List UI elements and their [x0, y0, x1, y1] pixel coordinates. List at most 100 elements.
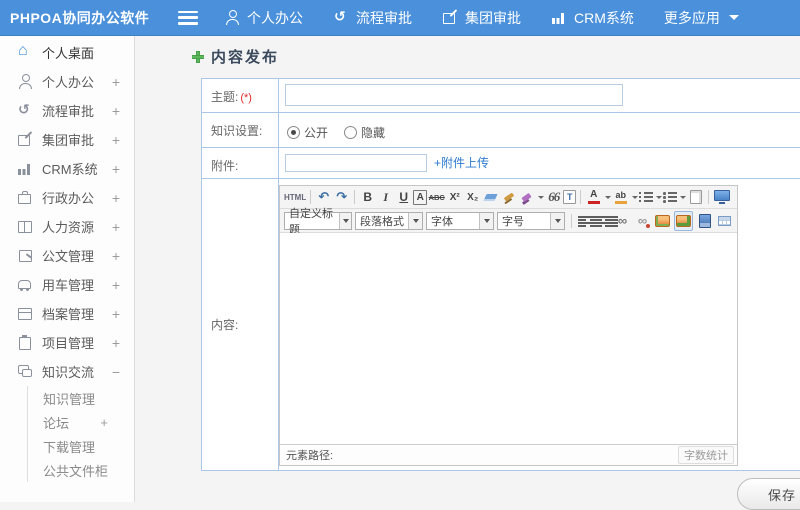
paste-as-text-icon[interactable]: T — [563, 190, 577, 204]
remove-format-eraser-icon[interactable] — [482, 188, 499, 206]
expand-indicator[interactable]: + — [112, 190, 120, 206]
blockquote-icon[interactable]: 66 — [545, 188, 562, 206]
attachment-input[interactable] — [285, 154, 427, 172]
new-document-icon[interactable] — [687, 188, 704, 206]
sidebar-item-vehicle[interactable]: 用车管理 + — [0, 270, 134, 299]
sidebar-item-projects[interactable]: 项目管理 + — [0, 328, 134, 357]
paragraph-format-select[interactable]: 段落格式 — [355, 211, 423, 230]
topnav-item-crm[interactable]: CRM系统 — [551, 8, 634, 28]
sidebar-subitem-download-mgmt[interactable]: 下载管理 — [28, 434, 134, 458]
highlight-color-icon[interactable]: ab — [612, 188, 629, 206]
sidebar-item-hr[interactable]: 人力资源 + — [0, 212, 134, 241]
superscript-icon[interactable]: X² — [446, 188, 463, 206]
expand-indicator[interactable]: + — [112, 74, 120, 90]
caret-down-icon[interactable] — [656, 195, 663, 199]
radio-public[interactable] — [287, 126, 300, 139]
align-right-icon[interactable] — [594, 215, 609, 227]
expand-indicator[interactable]: + — [112, 306, 120, 322]
sidebar-subitem-public-cabinet[interactable]: 公共文件柜 — [28, 458, 134, 482]
expand-indicator[interactable]: + — [112, 132, 120, 148]
unordered-list-icon[interactable] — [663, 191, 678, 203]
sidebar-item-label: 行政办公 — [42, 191, 95, 206]
strikethrough-icon[interactable]: ABC — [428, 188, 445, 206]
sidebar-subitem-forum[interactable]: 论坛 + — [28, 410, 134, 434]
caret-down-icon — [339, 212, 351, 229]
redo-icon[interactable] — [333, 188, 350, 206]
italic-icon[interactable]: I — [377, 188, 394, 206]
sidebar-item-label: 知识交流 — [42, 365, 95, 380]
topnav-item-group-approval[interactable]: 集团审批 — [442, 8, 521, 28]
process-arrow-icon — [17, 102, 33, 118]
caret-down-icon[interactable] — [605, 195, 612, 199]
sidebar-item-records[interactable]: 档案管理 + — [0, 299, 134, 328]
topnav-item-workflow-approval[interactable]: 流程审批 — [333, 8, 412, 28]
topnav-item-label: 更多应用 — [663, 9, 720, 26]
sidebar-item-crm[interactable]: CRM系统 + — [0, 154, 134, 183]
html-source-button[interactable]: HTML — [284, 188, 306, 206]
undo-icon[interactable] — [315, 188, 332, 206]
font-size-select[interactable]: 字号 — [497, 211, 565, 230]
topnav-item-label: 流程审批 — [356, 9, 412, 26]
sidebar-item-official-docs[interactable]: 公文管理 + — [0, 241, 134, 270]
expand-indicator[interactable]: + — [112, 277, 120, 293]
link-icon[interactable] — [614, 212, 631, 230]
topnav-item-more-apps[interactable]: 更多应用 — [664, 8, 739, 28]
sidebar-item-label: 项目管理 — [42, 336, 95, 351]
save-button[interactable]: 保存 — [737, 478, 800, 510]
underline-icon[interactable]: U — [395, 188, 412, 206]
word-count-button[interactable]: 字数统计 — [678, 446, 734, 464]
fullscreen-icon[interactable] — [713, 188, 730, 206]
toolbar-separator — [708, 190, 710, 204]
sidebar-item-personal-desktop[interactable]: 个人桌面 — [0, 38, 134, 67]
sidebar-item-admin-office[interactable]: 行政办公 + — [0, 183, 134, 212]
sidebar-item-group-approval[interactable]: 集团审批 + — [0, 125, 134, 154]
font-color-icon[interactable]: A — [585, 188, 602, 206]
expand-indicator[interactable]: + — [100, 415, 108, 430]
caret-down-icon[interactable] — [680, 195, 687, 199]
caret-down-icon[interactable] — [632, 195, 639, 199]
expand-indicator[interactable]: + — [112, 335, 120, 351]
expand-indicator[interactable]: + — [112, 248, 120, 264]
radio-public-label[interactable]: 公开 — [304, 124, 328, 141]
form-row-content: 内容: HTML B I U A ABC X² — [202, 179, 800, 470]
heading-select[interactable]: 自定义标题 — [284, 208, 352, 236]
caret-down-icon[interactable] — [538, 195, 545, 199]
topnav-item-label: 集团审批 — [465, 9, 521, 26]
subscript-icon[interactable]: X₂ — [464, 188, 481, 206]
insert-table-icon[interactable] — [716, 212, 733, 230]
unlink-icon[interactable] — [634, 212, 651, 230]
topbar: PHPOA协同办公软件 个人办公 流程审批 集团审批 CRM系统 更多应用 — [0, 0, 800, 36]
caret-down-icon — [408, 212, 422, 229]
align-left-icon[interactable] — [578, 215, 591, 227]
editor-status-bar: 元素路径: 字数统计 — [280, 444, 737, 465]
expand-indicator[interactable]: + — [112, 103, 120, 119]
align-center-icon[interactable] — [587, 215, 600, 227]
expand-indicator[interactable]: + — [112, 161, 120, 177]
format-brush-icon[interactable] — [500, 188, 517, 206]
expand-indicator[interactable]: + — [112, 219, 120, 235]
sidebar-item-personal-office[interactable]: 个人办公 + — [0, 67, 134, 96]
compose-icon — [17, 132, 33, 147]
form-row-attachment: 附件: +附件上传 — [202, 148, 800, 179]
sidebar-item-knowledge-exchange[interactable]: 知识交流 − — [0, 357, 134, 386]
font-family-select[interactable]: 字体 — [426, 211, 494, 230]
sidebar-subitem-knowledge-mgmt[interactable]: 知识管理 — [28, 386, 134, 410]
upload-image-icon[interactable] — [674, 210, 693, 231]
align-justify-icon[interactable] — [605, 215, 618, 227]
collapse-indicator[interactable]: − — [112, 364, 120, 380]
topnav-item-personal-office[interactable]: 个人办公 — [224, 8, 303, 28]
editor-content-area[interactable] — [280, 233, 737, 444]
radio-hidden-label[interactable]: 隐藏 — [361, 124, 385, 141]
font-style-icon[interactable]: A — [413, 189, 428, 205]
menu-toggle-icon[interactable] — [178, 10, 198, 25]
insert-media-icon[interactable] — [696, 212, 713, 230]
bold-icon[interactable]: B — [359, 188, 376, 206]
content-publish-form: 主题: (*) 知识设置: 公开 隐藏 附件: +附件上传 内容: HTML ↶… — [201, 78, 800, 471]
attachment-upload-link[interactable]: +附件上传 — [434, 156, 489, 170]
insert-image-icon[interactable] — [654, 212, 671, 230]
ordered-list-icon[interactable] — [639, 191, 654, 203]
sidebar-item-workflow-approval[interactable]: 流程审批 + — [0, 96, 134, 125]
radio-hidden[interactable] — [344, 126, 358, 139]
paint-format-icon[interactable] — [518, 188, 535, 206]
subject-input[interactable] — [285, 84, 623, 106]
